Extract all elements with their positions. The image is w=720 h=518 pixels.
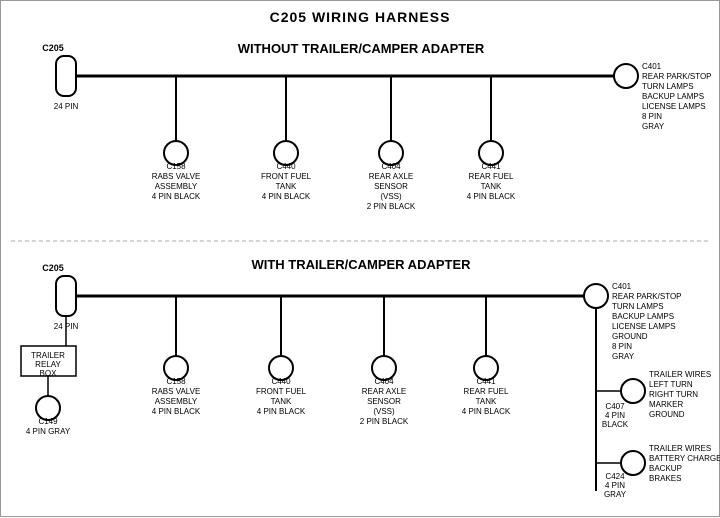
svg-text:GRAY: GRAY: [612, 352, 635, 361]
svg-text:2 PIN BLACK: 2 PIN BLACK: [360, 417, 409, 426]
svg-text:C407: C407: [605, 402, 625, 411]
svg-text:BACKUP LAMPS: BACKUP LAMPS: [642, 92, 704, 101]
svg-text:REAR AXLE: REAR AXLE: [362, 387, 406, 396]
svg-text:REAR PARK/STOP: REAR PARK/STOP: [642, 72, 712, 81]
svg-text:GROUND: GROUND: [649, 410, 685, 419]
svg-text:TRAILER WIRES: TRAILER WIRES: [649, 370, 711, 379]
svg-text:TURN LAMPS: TURN LAMPS: [642, 82, 694, 91]
svg-text:C158: C158: [166, 162, 186, 171]
svg-text:GRAY: GRAY: [642, 122, 665, 131]
svg-text:BACKUP: BACKUP: [649, 464, 682, 473]
svg-text:GRAY: GRAY: [604, 490, 627, 499]
top-right-connector: [614, 64, 638, 88]
svg-text:8 PIN: 8 PIN: [642, 112, 662, 121]
svg-text:LEFT TURN: LEFT TURN: [649, 380, 693, 389]
svg-text:C401: C401: [642, 62, 662, 71]
svg-text:C205: C205: [42, 43, 64, 53]
svg-text:RABS VALVE: RABS VALVE: [152, 387, 201, 396]
svg-text:TANK: TANK: [276, 182, 297, 191]
svg-text:TANK: TANK: [481, 182, 502, 191]
svg-text:4 PIN BLACK: 4 PIN BLACK: [152, 192, 201, 201]
svg-text:TRAILER WIRES: TRAILER WIRES: [649, 444, 711, 453]
svg-text:C205: C205: [42, 263, 64, 273]
svg-text:C440: C440: [276, 162, 296, 171]
svg-text:BRAKES: BRAKES: [649, 474, 681, 483]
svg-text:BATTERY CHARGE: BATTERY CHARGE: [649, 454, 720, 463]
svg-text:C424: C424: [605, 472, 625, 481]
svg-text:C401: C401: [612, 282, 632, 291]
svg-text:RABS VALVE: RABS VALVE: [152, 172, 201, 181]
svg-text:TRAILER: TRAILER: [31, 351, 65, 360]
svg-text:ASSEMBLY: ASSEMBLY: [155, 397, 198, 406]
svg-text:RIGHT TURN: RIGHT TURN: [649, 390, 698, 399]
svg-text:FRONT FUEL: FRONT FUEL: [261, 172, 312, 181]
svg-text:SENSOR: SENSOR: [374, 182, 408, 191]
svg-text:SENSOR: SENSOR: [367, 397, 401, 406]
svg-text:TANK: TANK: [476, 397, 497, 406]
bottom-section-title: WITH TRAILER/CAMPER ADAPTER: [251, 257, 471, 272]
top-left-connector: [56, 56, 76, 96]
top-section-title: WITHOUT TRAILER/CAMPER ADAPTER: [238, 41, 485, 56]
svg-text:24 PIN: 24 PIN: [54, 102, 79, 111]
svg-text:C158: C158: [166, 377, 186, 386]
page: C205 WIRING HARNESS WITHOUT TRAILER/CAMP…: [0, 0, 720, 517]
svg-text:TANK: TANK: [271, 397, 292, 406]
svg-text:REAR FUEL: REAR FUEL: [469, 172, 514, 181]
svg-text:BACKUP LAMPS: BACKUP LAMPS: [612, 312, 674, 321]
svg-text:REAR FUEL: REAR FUEL: [464, 387, 509, 396]
svg-text:FRONT FUEL: FRONT FUEL: [256, 387, 307, 396]
svg-text:C404: C404: [381, 162, 401, 171]
bottom-c424: [621, 451, 645, 475]
svg-text:4 PIN: 4 PIN: [605, 481, 625, 490]
svg-text:4 PIN BLACK: 4 PIN BLACK: [152, 407, 201, 416]
svg-text:4 PIN BLACK: 4 PIN BLACK: [257, 407, 306, 416]
svg-text:ASSEMBLY: ASSEMBLY: [155, 182, 198, 191]
svg-text:C440: C440: [271, 377, 291, 386]
svg-text:C441: C441: [481, 162, 501, 171]
svg-text:C149: C149: [38, 417, 58, 426]
svg-text:LICENSE LAMPS: LICENSE LAMPS: [642, 102, 706, 111]
svg-text:TURN LAMPS: TURN LAMPS: [612, 302, 664, 311]
svg-text:C441: C441: [476, 377, 496, 386]
bottom-c407: [621, 379, 645, 403]
svg-text:MARKER: MARKER: [649, 400, 683, 409]
svg-text:4 PIN BLACK: 4 PIN BLACK: [462, 407, 511, 416]
svg-text:REAR PARK/STOP: REAR PARK/STOP: [612, 292, 682, 301]
svg-text:RELAY: RELAY: [35, 360, 61, 369]
wiring-diagram: WITHOUT TRAILER/CAMPER ADAPTER C205 24 P…: [1, 1, 720, 518]
svg-text:8 PIN: 8 PIN: [612, 342, 632, 351]
svg-text:4 PIN: 4 PIN: [605, 411, 625, 420]
svg-text:(VSS): (VSS): [373, 407, 395, 416]
svg-text:REAR AXLE: REAR AXLE: [369, 172, 413, 181]
bottom-left-connector: [56, 276, 76, 316]
svg-text:4 PIN GRAY: 4 PIN GRAY: [26, 427, 71, 436]
svg-text:C404: C404: [374, 377, 394, 386]
svg-text:2 PIN BLACK: 2 PIN BLACK: [367, 202, 416, 211]
svg-text:GROUND: GROUND: [612, 332, 648, 341]
svg-text:(VSS): (VSS): [380, 192, 402, 201]
svg-text:4 PIN BLACK: 4 PIN BLACK: [262, 192, 311, 201]
svg-text:BLACK: BLACK: [602, 420, 629, 429]
svg-text:LICENSE LAMPS: LICENSE LAMPS: [612, 322, 676, 331]
bottom-right-connector-c401: [584, 284, 608, 308]
svg-text:4 PIN BLACK: 4 PIN BLACK: [467, 192, 516, 201]
